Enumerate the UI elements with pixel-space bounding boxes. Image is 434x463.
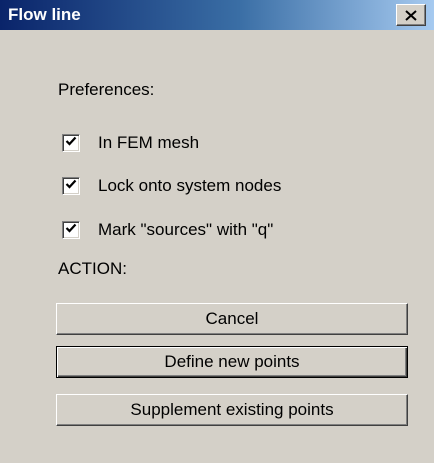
- close-button[interactable]: [396, 4, 426, 26]
- window-title: Flow line: [8, 5, 81, 24]
- checkbox-row-in-fem-mesh[interactable]: In FEM mesh: [62, 133, 199, 153]
- preferences-heading: Preferences:: [58, 80, 155, 99]
- in-fem-mesh-label: In FEM mesh: [98, 133, 200, 152]
- title-bar[interactable]: Flow line: [0, 0, 434, 30]
- in-fem-mesh-checkbox[interactable]: [62, 134, 80, 152]
- checkbox-row-mark-sources[interactable]: Mark "sources" with "q": [62, 220, 273, 240]
- mark-sources-label: Mark "sources" with "q": [98, 220, 274, 239]
- define-new-points-button[interactable]: Define new points: [56, 346, 408, 378]
- lock-onto-system-nodes-label: Lock onto system nodes: [98, 176, 282, 195]
- checkmark-icon: [65, 134, 77, 152]
- checkbox-row-lock-onto-system-nodes[interactable]: Lock onto system nodes: [62, 176, 281, 196]
- checkmark-icon: [65, 177, 77, 195]
- supplement-existing-points-button[interactable]: Supplement existing points: [56, 394, 408, 426]
- close-icon: [405, 9, 417, 21]
- cancel-button[interactable]: Cancel: [56, 303, 408, 335]
- checkmark-icon: [65, 221, 77, 239]
- mark-sources-checkbox[interactable]: [62, 221, 80, 239]
- lock-onto-system-nodes-checkbox[interactable]: [62, 177, 80, 195]
- flow-line-dialog: Flow line Preferences: In FEM mesh Lock …: [0, 0, 434, 463]
- action-heading: ACTION:: [58, 259, 127, 278]
